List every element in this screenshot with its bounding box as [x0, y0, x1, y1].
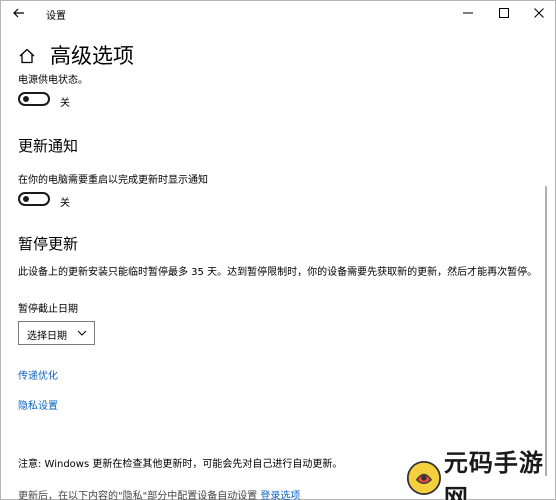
minimize-icon — [463, 12, 473, 14]
watermark-logo-icon — [406, 460, 441, 496]
toggle-knob — [23, 96, 29, 102]
update-notify-toggle[interactable] — [18, 192, 50, 206]
maximize-button[interactable] — [488, 0, 520, 26]
home-button[interactable] — [18, 47, 36, 65]
update-note: 注意: Windows 更新在检查其他更新时，可能会先对自己进行自动更新。 — [18, 459, 343, 470]
back-button[interactable] — [10, 4, 28, 22]
update-notify-description: 在你的电脑需要重启以完成更新时显示通知 — [18, 175, 208, 186]
watermark-text: 元码手游网 — [443, 449, 544, 500]
pause-updates-title: 暂停更新 — [18, 235, 79, 253]
home-icon — [19, 48, 35, 64]
close-button[interactable] — [523, 0, 555, 26]
privacy-settings-link[interactable]: 隐私设置 — [18, 397, 58, 412]
title-bar: 设置 — [0, 0, 556, 30]
update-notify-toggle-label: 关 — [60, 198, 70, 209]
delivery-optimization-link[interactable]: 传递优化 — [18, 367, 58, 382]
window-title: 设置 — [46, 11, 66, 22]
power-status-text: 电源供电状态。 — [18, 75, 88, 86]
sign-in-options-link[interactable]: 登录选项 — [260, 491, 300, 500]
power-toggle[interactable] — [18, 92, 50, 106]
power-toggle-label: 关 — [60, 98, 70, 109]
pause-date-label: 暂停截止日期 — [18, 304, 78, 315]
page-title: 高级选项 — [50, 44, 134, 68]
dropdown-value: 选择日期 — [27, 331, 67, 342]
minimize-button[interactable] — [452, 0, 484, 26]
footer-text: 更新后，在以下内容的"隐私"部分中配置设备自动设置 登录选项 — [18, 487, 300, 500]
arrow-left-icon — [13, 8, 24, 18]
pause-updates-description: 此设备上的更新安装只能临时暂停最多 35 天。达到暂停限制时，你的设备需要先获取… — [18, 267, 538, 278]
toggle-knob — [23, 196, 29, 202]
footer-description: 更新后，在以下内容的"隐私"部分中配置设备自动设置 — [18, 491, 258, 500]
update-notify-title: 更新通知 — [18, 137, 79, 155]
pause-date-dropdown[interactable]: 选择日期 — [18, 321, 95, 345]
close-icon — [534, 8, 544, 18]
watermark: 元码手游网 — [406, 449, 556, 500]
maximize-icon — [499, 8, 509, 18]
chevron-down-icon — [77, 330, 87, 336]
scrollbar[interactable] — [545, 186, 547, 476]
